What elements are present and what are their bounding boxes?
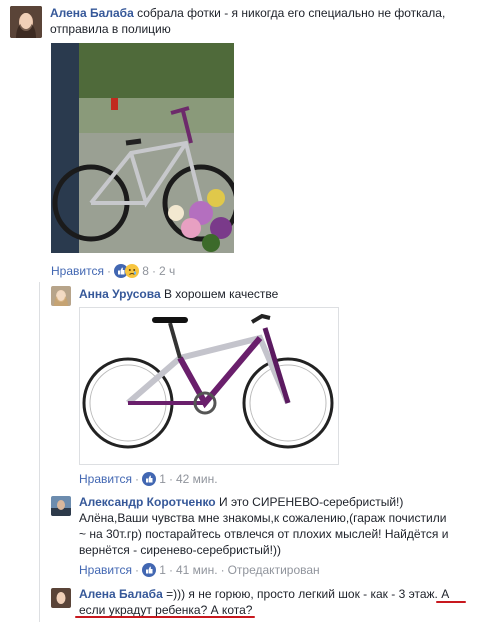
like-button[interactable]: Нравится: [79, 563, 132, 577]
edited-label[interactable]: Отредактирован: [228, 563, 320, 577]
like-icon: [141, 563, 156, 580]
timestamp[interactable]: 41 мин.: [176, 563, 218, 577]
reply-line: . А: [434, 587, 450, 601]
comment-actions: Нравится · 8 · 2 ч: [51, 264, 175, 281]
reply-actions: Нравится · 1 · 42 мин.: [79, 472, 218, 489]
comment-line: отправила в полицию: [50, 22, 171, 36]
timestamp[interactable]: 42 мин.: [176, 472, 218, 486]
reply-text: Анна Урусова В хорошем качестве: [79, 286, 278, 302]
reply-line: если украдут ребенка? А кота?: [79, 603, 253, 617]
bike-product-image: [80, 308, 338, 464]
bike-photo-attachment[interactable]: [51, 43, 234, 253]
highlight-underline: [436, 601, 466, 603]
reply-text: Алена Балаба =))) я не горюю, просто лег…: [79, 586, 479, 618]
avatar-photo: [51, 286, 71, 306]
comment-author[interactable]: Алена Балаба: [50, 6, 134, 20]
like-button[interactable]: Нравится: [51, 264, 104, 278]
reply-thread-line: [39, 282, 40, 622]
avatar-photo: [51, 588, 71, 608]
comment-line: собрала фотки - я никогда его специально…: [137, 6, 446, 20]
reply-line: И это СИРЕНЕВО-серебристый!): [218, 495, 404, 509]
reply-line: вернётся - сиренево-серебристый!)): [79, 543, 281, 557]
avatar-photo: [10, 6, 42, 38]
reply-line: ~ на 30т.гр) постарайтесь отвлечся от пл…: [79, 527, 449, 541]
avatar-photo: [51, 496, 71, 516]
avatar[interactable]: [51, 286, 71, 306]
reply-actions: Нравится · 1 · 41 мин. · Отредактирован: [79, 563, 320, 580]
avatar[interactable]: [10, 6, 42, 38]
comment-text: Алена Балаба собрала фотки - я никогда е…: [50, 5, 480, 37]
reaction-count[interactable]: 1: [159, 563, 166, 577]
reply-author[interactable]: Анна Урусова: [79, 287, 161, 301]
timestamp[interactable]: 2 ч: [159, 264, 175, 278]
highlight-underline: [75, 616, 255, 618]
reaction-count[interactable]: 1: [159, 472, 166, 486]
bike-photo: [51, 43, 234, 253]
reply-author[interactable]: Александр Коротченко: [79, 495, 216, 509]
avatar[interactable]: [51, 496, 71, 516]
reply-author[interactable]: Алена Балаба: [79, 587, 163, 601]
bike-photo-attachment[interactable]: [79, 307, 339, 465]
reply-text: Александр Коротченко И это СИРЕНЕВО-сере…: [79, 494, 479, 558]
reply-line: =))) я не горюю, просто легкий шок - как…: [166, 587, 435, 601]
reply-body: В хорошем качестве: [163, 287, 279, 301]
avatar[interactable]: [51, 588, 71, 608]
sad-icon: [124, 264, 139, 281]
like-icon: [141, 472, 156, 489]
like-button[interactable]: Нравится: [79, 472, 132, 486]
reaction-count[interactable]: 8: [142, 264, 149, 278]
reply-line: Алёна,Ваши чувства мне знакомы,к сожален…: [79, 511, 447, 525]
